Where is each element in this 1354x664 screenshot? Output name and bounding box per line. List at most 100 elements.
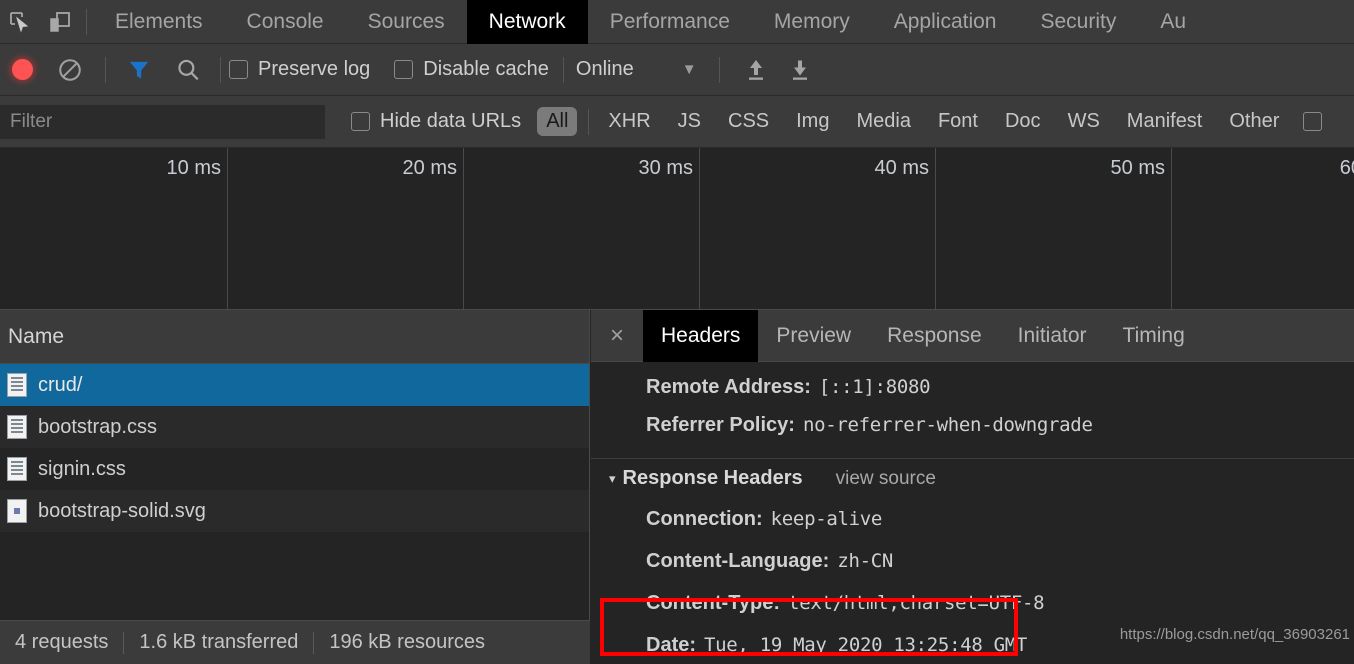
type-filter-media[interactable]: Media xyxy=(847,107,919,136)
filter-button[interactable] xyxy=(116,50,162,90)
funnel-icon xyxy=(129,61,149,79)
import-har-button[interactable] xyxy=(734,50,778,90)
header-row-connection: Connection: keep-alive xyxy=(591,498,1354,540)
clear-icon xyxy=(59,58,81,81)
devtools-panel-tabbar: Elements Console Sources Network Perform… xyxy=(0,0,1354,44)
device-toolbar-icon[interactable] xyxy=(40,2,80,42)
toolbar-divider xyxy=(86,8,87,35)
toolbar-divider xyxy=(562,56,564,83)
tab-initiator[interactable]: Initiator xyxy=(1000,310,1105,362)
disable-cache-checkbox[interactable]: Disable cache xyxy=(394,58,549,81)
timeline-gridline xyxy=(463,148,464,309)
tab-network[interactable]: Network xyxy=(466,0,588,44)
header-value: zh-CN xyxy=(837,550,894,572)
header-row-remote-address: Remote Address: [::1]:8080 xyxy=(591,368,1354,406)
timeline-tick-label: 50 ms xyxy=(1110,157,1165,179)
has-blocked-cookies-checkbox[interactable] xyxy=(1303,112,1323,131)
preserve-log-label: Preserve log xyxy=(258,58,371,80)
checkbox-box xyxy=(394,60,414,79)
type-filter-other[interactable]: Other xyxy=(1220,107,1288,136)
status-resources: 196 kB resources xyxy=(329,631,485,653)
type-filter-css[interactable]: CSS xyxy=(719,107,778,136)
header-name: Referrer Policy: xyxy=(646,413,795,436)
tab-preview[interactable]: Preview xyxy=(758,310,869,362)
type-filter-manifest[interactable]: Manifest xyxy=(1118,107,1212,136)
tab-response[interactable]: Response xyxy=(869,310,1000,362)
table-row[interactable]: signin.css xyxy=(0,448,589,490)
section-title: Response Headers xyxy=(622,467,803,489)
preserve-log-checkbox[interactable]: Preserve log xyxy=(229,58,370,81)
type-filter-ws[interactable]: WS xyxy=(1059,107,1109,136)
type-filter-all[interactable]: All xyxy=(537,107,578,136)
type-filter-font[interactable]: Font xyxy=(929,107,987,136)
clear-button[interactable] xyxy=(45,50,95,90)
tab-timing[interactable]: Timing xyxy=(1105,310,1203,362)
disable-cache-label: Disable cache xyxy=(423,58,549,80)
network-filter-bar: Hide data URLs All XHR JS CSS Img Media … xyxy=(0,96,1354,148)
tab-headers[interactable]: Headers xyxy=(643,309,759,362)
headers-content: Remote Address: [::1]:8080 Referrer Poli… xyxy=(591,362,1354,664)
header-name: Date: xyxy=(646,633,697,656)
tab-elements[interactable]: Elements xyxy=(93,0,225,44)
tab-console[interactable]: Console xyxy=(225,0,346,44)
timeline-tick-label: 40 ms xyxy=(874,157,929,179)
response-headers-section[interactable]: ▾ Response Headers view source xyxy=(591,458,1354,498)
request-name: bootstrap.css xyxy=(38,415,157,438)
type-filter-xhr[interactable]: XHR xyxy=(599,107,659,136)
watermark-text: https://blog.csdn.net/qq_36903261 xyxy=(1119,626,1350,643)
type-filter-js[interactable]: JS xyxy=(669,107,710,136)
toolbar-divider xyxy=(718,56,720,83)
checkbox-box xyxy=(351,112,370,131)
toolbar-divider xyxy=(220,56,221,83)
type-filter-doc[interactable]: Doc xyxy=(996,107,1050,136)
filter-input[interactable] xyxy=(0,104,325,139)
search-button[interactable] xyxy=(162,50,214,90)
document-icon xyxy=(7,373,27,397)
toolbar-divider xyxy=(588,108,590,135)
request-name: crud/ xyxy=(38,373,83,396)
header-row-referrer-policy: Referrer Policy: no-referrer-when-downgr… xyxy=(591,406,1354,444)
header-value: Tue, 19 May 2020 13:25:48 GMT xyxy=(704,634,1028,656)
view-source-link[interactable]: view source xyxy=(836,468,936,490)
tab-application[interactable]: Application xyxy=(872,0,1019,44)
type-filter-img[interactable]: Img xyxy=(787,107,838,136)
hide-data-urls-checkbox[interactable]: Hide data URLs xyxy=(351,110,521,133)
header-value: [::1]:8080 xyxy=(818,376,931,398)
requests-table-header[interactable]: Name xyxy=(0,310,589,364)
table-row[interactable]: bootstrap.css xyxy=(0,406,589,448)
header-value: keep-alive xyxy=(770,508,883,530)
tab-audits[interactable]: Au xyxy=(1138,0,1208,44)
requests-list: crud/ bootstrap.css signin.css bootstrap… xyxy=(0,364,589,532)
tab-performance[interactable]: Performance xyxy=(588,0,752,44)
export-har-button[interactable] xyxy=(778,50,822,90)
header-name: Connection: xyxy=(646,507,763,530)
chevron-down-icon: ▼ xyxy=(681,61,697,78)
detail-tabbar: × Headers Preview Response Initiator Tim… xyxy=(591,309,1354,362)
timeline-tick-label: 60 xyxy=(1339,157,1354,179)
timeline-tick-label: 20 ms xyxy=(402,157,457,179)
timeline-gridline xyxy=(1171,148,1172,309)
tab-security[interactable]: Security xyxy=(1018,0,1138,44)
tab-memory[interactable]: Memory xyxy=(752,0,872,44)
header-name: Content-Language: xyxy=(646,549,830,572)
download-arrow-icon xyxy=(792,60,807,80)
header-name: Remote Address: xyxy=(646,375,811,398)
devtools-window: Elements Console Sources Network Perform… xyxy=(0,0,1354,664)
table-row[interactable]: crud/ xyxy=(0,364,589,406)
throttling-dropdown[interactable]: Online ▼ xyxy=(576,58,697,81)
document-icon xyxy=(7,415,27,439)
document-icon xyxy=(7,457,27,481)
table-row[interactable]: bootstrap-solid.svg xyxy=(0,490,589,532)
checkbox-box xyxy=(229,60,248,79)
timeline-gridline xyxy=(227,148,228,309)
header-name: Content-Type: xyxy=(646,591,781,614)
inspect-element-icon[interactable] xyxy=(0,2,40,42)
search-icon xyxy=(178,59,199,80)
timeline-gridline xyxy=(935,148,936,309)
tab-sources[interactable]: Sources xyxy=(346,0,467,44)
record-icon xyxy=(12,59,33,80)
network-timeline-overview[interactable]: 10 ms 20 ms 30 ms 40 ms 50 ms 60 xyxy=(0,148,1354,310)
header-row-content-language: Content-Language: zh-CN xyxy=(591,540,1354,582)
record-button[interactable] xyxy=(0,50,45,90)
close-icon[interactable]: × xyxy=(591,310,643,362)
